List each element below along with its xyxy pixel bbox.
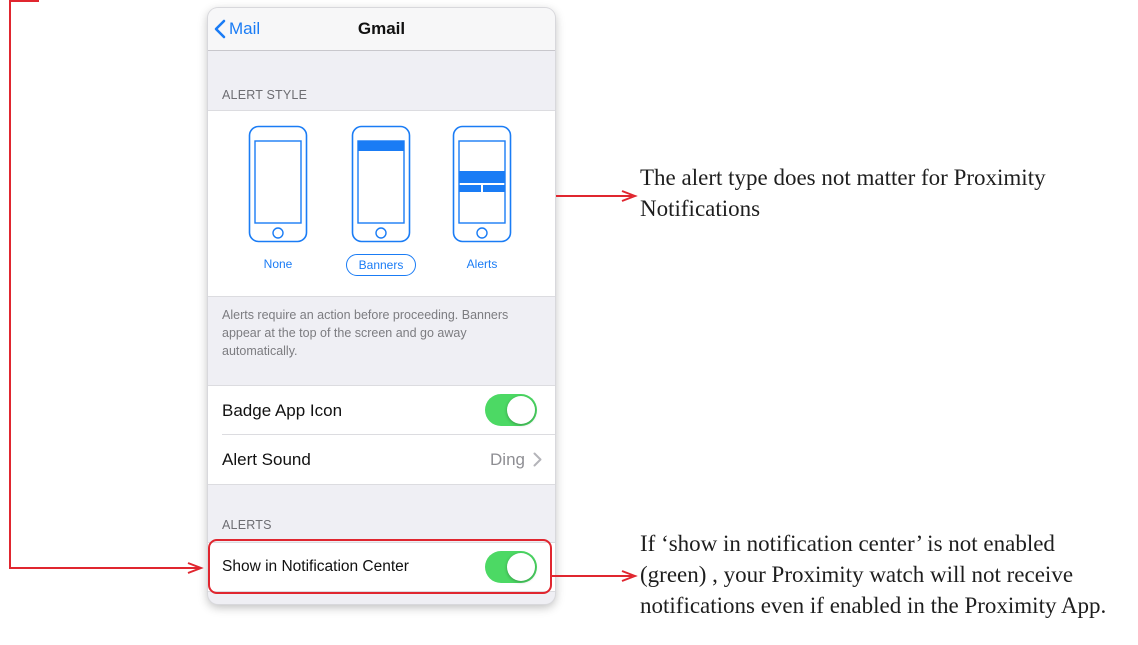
nav-bar: Mail Gmail <box>208 8 555 51</box>
phone-banners-icon <box>351 125 411 243</box>
alert-sound-label: Alert Sound <box>222 450 311 469</box>
phone-screenshot: Mail Gmail ALERT STYLE None Banners Aler… <box>208 8 555 604</box>
badge-app-icon-label: Badge App Icon <box>222 401 343 420</box>
callout-notification-center: If ‘show in notification center’ is not … <box>640 531 1107 618</box>
alert-style-banners[interactable]: Banners <box>341 125 421 276</box>
badge-app-icon-toggle[interactable] <box>485 394 537 426</box>
annotation-top-line <box>9 0 39 2</box>
alert-style-alerts-label: Alerts <box>466 257 498 271</box>
alert-sound-row[interactable]: Alert Sound Ding <box>208 435 555 484</box>
chevron-right-icon <box>533 452 542 467</box>
annotation-left-line <box>9 567 199 569</box>
alert-style-banners-label: Banners <box>345 254 417 276</box>
phone-none-icon <box>248 125 308 243</box>
section-header-alert-style: ALERT STYLE <box>222 88 308 102</box>
annotation-vertical-line <box>9 0 11 569</box>
alert-style-alerts[interactable]: Alerts <box>442 125 522 273</box>
settings-group: Badge App Icon Alert Sound Ding <box>208 385 555 485</box>
section-header-alerts: ALERTS <box>222 518 272 532</box>
highlight-box <box>208 539 552 594</box>
alert-style-picker: None Banners Alerts <box>208 110 555 297</box>
arrow-right-icon <box>621 190 638 202</box>
page-title: Gmail <box>357 19 406 38</box>
callout-alert-type: The alert type does not matter for Proxi… <box>640 165 1046 221</box>
arrow-right-icon <box>187 562 204 574</box>
alert-style-none[interactable]: None <box>238 125 318 273</box>
alert-sound-value: Ding <box>490 450 525 469</box>
alert-style-none-label: None <box>263 257 293 271</box>
arrow-right-icon <box>621 570 638 582</box>
alert-style-description: Alerts require an action before proceedi… <box>222 308 509 358</box>
toggle-knob <box>507 396 535 424</box>
badge-app-icon-row: Badge App Icon <box>208 386 555 435</box>
phone-alerts-icon <box>452 125 512 243</box>
